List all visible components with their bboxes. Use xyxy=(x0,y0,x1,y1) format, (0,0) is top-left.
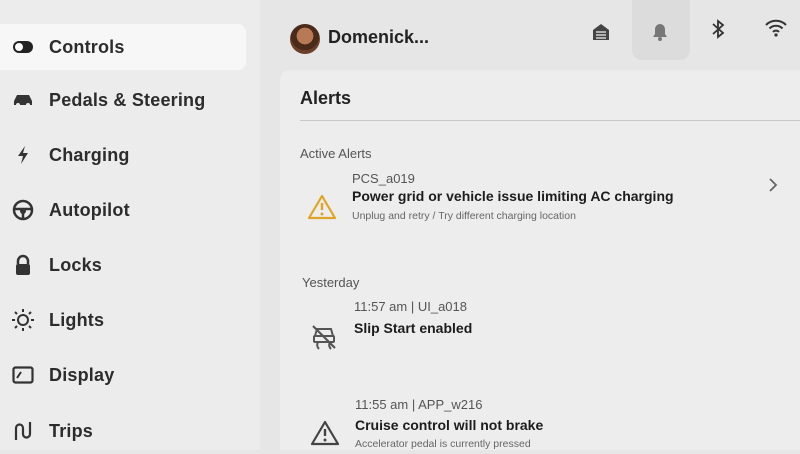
sidebar-item-locks[interactable]: Locks xyxy=(0,242,246,288)
sidebar-item-pedals-steering[interactable]: Pedals & Steering xyxy=(0,77,246,123)
alert-time-code: 11:55 am | APP_w216 xyxy=(355,397,483,412)
lightning-icon xyxy=(10,142,36,168)
sidebar-item-label: Locks xyxy=(49,254,103,275)
garage-icon[interactable] xyxy=(589,20,613,44)
steering-wheel-icon xyxy=(10,197,36,223)
traction-off-icon xyxy=(307,320,341,354)
lock-icon xyxy=(10,252,36,278)
alert-message: Cruise control will not brake xyxy=(355,417,544,433)
divider xyxy=(300,120,800,121)
alert-time-code: 11:57 am | UI_a018 xyxy=(354,299,467,314)
section-label-yesterday: Yesterday xyxy=(302,275,360,290)
car-icon xyxy=(10,87,36,113)
wifi-icon[interactable] xyxy=(764,16,788,40)
sidebar-item-label: Trips xyxy=(49,420,94,441)
trips-icon xyxy=(10,418,36,444)
sidebar-item-label: Pedals & Steering xyxy=(49,89,206,110)
sidebar-item-trips[interactable]: Trips xyxy=(0,408,246,454)
sidebar-item-display[interactable]: Display xyxy=(0,352,246,398)
alert-detail: Unplug and retry / Try different chargin… xyxy=(352,210,576,222)
top-bar: Domenick... xyxy=(270,0,800,72)
sidebar-item-label: Charging xyxy=(49,144,130,165)
toggle-icon xyxy=(10,34,36,60)
alert-message: Slip Start enabled xyxy=(354,320,473,336)
alert-code: PCS_a019 xyxy=(352,171,415,186)
settings-sidebar: Controls Pedals & Steering Charging Auto… xyxy=(0,0,260,450)
section-label-active: Active Alerts xyxy=(300,146,372,161)
avatar[interactable] xyxy=(290,24,320,54)
sidebar-item-label: Lights xyxy=(49,309,105,330)
warning-icon xyxy=(308,416,342,450)
sidebar-item-label: Controls xyxy=(49,36,125,57)
sidebar-item-controls[interactable]: Controls xyxy=(0,24,246,70)
page-title: Alerts xyxy=(300,88,352,108)
sidebar-item-label: Autopilot xyxy=(49,199,130,220)
sidebar-item-lights[interactable]: Lights xyxy=(0,297,246,343)
sidebar-item-autopilot[interactable]: Autopilot xyxy=(0,187,246,233)
sun-icon xyxy=(10,307,36,333)
warning-icon xyxy=(305,190,339,224)
alerts-panel: Alerts Active Alerts PCS_a019 Power grid… xyxy=(280,70,800,450)
alert-message: Power grid or vehicle issue limiting AC … xyxy=(352,188,674,204)
user-name[interactable]: Domenick... xyxy=(328,27,429,48)
chevron-right-icon[interactable] xyxy=(766,178,780,192)
bluetooth-icon[interactable] xyxy=(706,17,730,41)
bell-icon[interactable] xyxy=(648,20,672,44)
display-icon xyxy=(10,362,36,388)
sidebar-item-charging[interactable]: Charging xyxy=(0,132,246,178)
sidebar-item-label: Display xyxy=(49,364,115,385)
alert-detail: Accelerator pedal is currently pressed xyxy=(355,438,531,450)
